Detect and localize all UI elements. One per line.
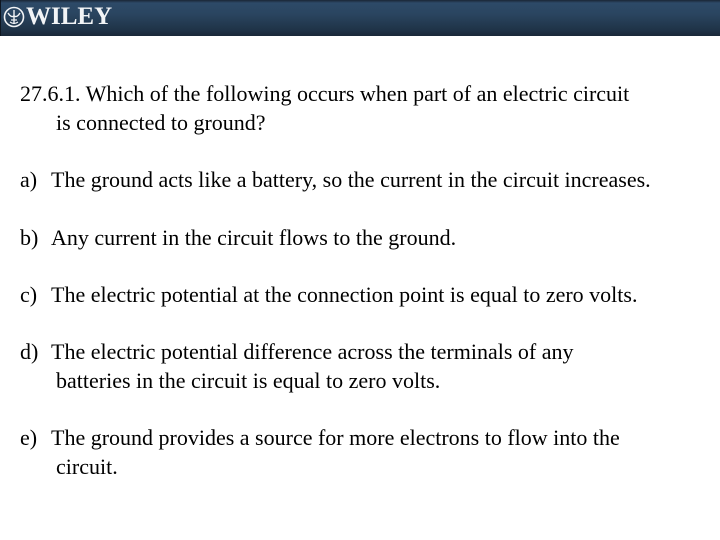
answer-option-e: e) The ground provides a source for more … (20, 423, 710, 481)
question-line-1: 27.6.1. Which of the following occurs wh… (20, 81, 630, 106)
question-text: 27.6.1. Which of the following occurs wh… (20, 79, 710, 137)
option-text: The ground acts like a battery, so the c… (51, 167, 651, 192)
option-text: The electric potential difference across… (51, 339, 574, 364)
option-letter: e) (20, 425, 38, 450)
answer-option-d: d) The electric potential difference acro… (20, 337, 710, 395)
brand-wordmark: WILEY (26, 3, 113, 30)
option-text-continued: batteries in the circuit is equal to zer… (56, 368, 441, 393)
option-text: The ground provides a source for more el… (51, 425, 620, 450)
question-line-2: is connected to ground? (56, 110, 266, 135)
header-bar: WILEY (0, 0, 720, 36)
option-letter: c) (20, 282, 38, 307)
answer-option-c: c) The electric potential at the connecti… (20, 280, 710, 309)
answer-option-a: a) The ground acts like a battery, so the… (20, 165, 710, 194)
wiley-logo: WILEY (3, 2, 112, 32)
wiley-emblem-icon (3, 6, 25, 28)
option-letter: a) (20, 167, 38, 192)
option-letter: d) (20, 339, 39, 364)
option-letter: b) (20, 225, 39, 250)
option-text-continued: circuit. (56, 454, 118, 479)
option-text: Any current in the circuit flows to the … (51, 225, 457, 250)
option-text: The electric potential at the connection… (51, 282, 638, 307)
answer-option-b: b) Any current in the circuit flows to th… (20, 223, 710, 252)
